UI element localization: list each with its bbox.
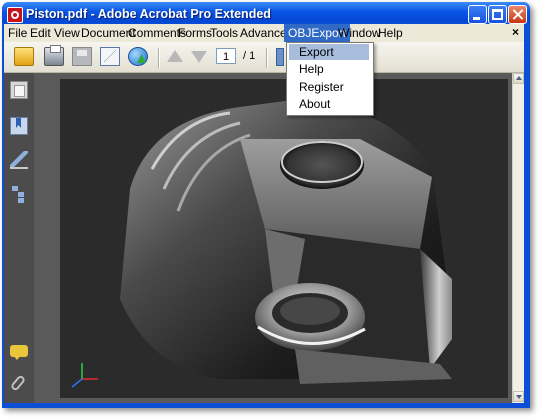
save-icon[interactable]: [72, 47, 92, 66]
menu-help[interactable]: Help: [378, 26, 403, 40]
maximize-button[interactable]: [488, 5, 507, 24]
vertical-scrollbar[interactable]: [512, 73, 524, 403]
toolbar-separator: [266, 48, 268, 68]
pages-icon[interactable]: [10, 81, 28, 99]
menu-tools[interactable]: Tools: [210, 26, 238, 40]
bookmarks-icon[interactable]: [10, 117, 28, 135]
scroll-up-button[interactable]: [513, 73, 524, 84]
minimize-button[interactable]: [468, 5, 487, 24]
page-total: / 1: [243, 50, 256, 62]
model-tree-icon[interactable]: [10, 185, 28, 203]
document-close-button[interactable]: ×: [512, 25, 519, 39]
objexport-register-item[interactable]: Register: [289, 79, 369, 95]
web-share-icon[interactable]: [128, 47, 148, 66]
objexport-help-item[interactable]: Help: [289, 61, 369, 77]
objexport-export-item[interactable]: Export: [289, 44, 369, 60]
objexport-dropdown-menu: Export Help Register About: [286, 42, 374, 116]
menu-bar: File Edit View Document Comments Forms T…: [4, 24, 524, 42]
email-icon[interactable]: [100, 47, 120, 66]
page-number-input[interactable]: 1: [216, 48, 236, 64]
window-bottom-border: [4, 403, 524, 406]
title-bar[interactable]: Piston.pdf - Adobe Acrobat Pro Extended: [2, 2, 530, 26]
menu-window[interactable]: Window: [338, 26, 381, 40]
close-button[interactable]: [508, 5, 527, 24]
menu-forms[interactable]: Forms: [178, 26, 212, 40]
objexport-about-item[interactable]: About: [289, 96, 369, 112]
select-tool-icon[interactable]: [276, 48, 284, 66]
print-icon[interactable]: [44, 45, 64, 66]
navigation-pane: [4, 73, 34, 403]
toolbar-separator: [158, 48, 160, 68]
menu-edit[interactable]: Edit: [30, 26, 51, 40]
piston-3d-model: [71, 99, 452, 388]
folder-open-icon[interactable]: [14, 47, 34, 66]
acrobat-app-icon: [7, 7, 23, 23]
toolbar: 1 / 1: [4, 42, 524, 73]
comments-icon[interactable]: [10, 345, 28, 360]
next-page-icon[interactable]: [191, 51, 207, 63]
menu-file[interactable]: File: [8, 26, 27, 40]
3d-model-canvas[interactable]: [60, 79, 508, 398]
scroll-down-button[interactable]: [513, 391, 524, 402]
previous-page-icon[interactable]: [167, 50, 183, 62]
window-title: Piston.pdf - Adobe Acrobat Pro Extended: [26, 7, 271, 21]
attachments-icon[interactable]: [9, 374, 27, 392]
document-viewport: [34, 73, 512, 403]
signatures-icon[interactable]: [10, 151, 28, 169]
menu-view[interactable]: View: [54, 26, 80, 40]
